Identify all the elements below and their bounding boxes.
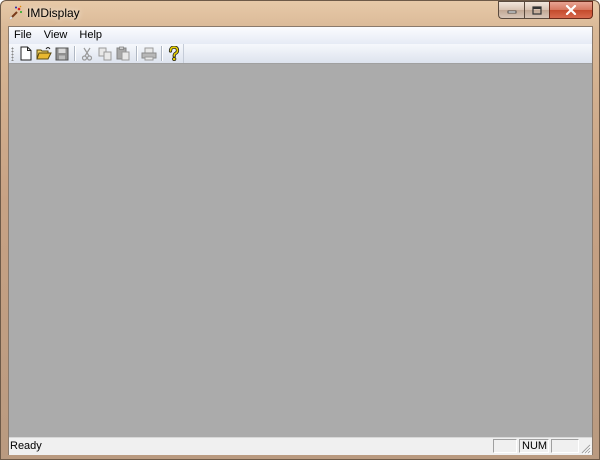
- new-document-icon: [20, 46, 32, 61]
- save-button[interactable]: [53, 45, 71, 63]
- paste-button[interactable]: [115, 45, 133, 63]
- copy-button[interactable]: [96, 45, 114, 63]
- about-button[interactable]: [165, 45, 183, 63]
- menu-view[interactable]: View: [38, 27, 74, 44]
- paste-icon: [116, 46, 130, 61]
- standard-toolbar: [9, 44, 184, 63]
- app-window: IMDisplay File View Help Ready NUM: [0, 0, 600, 460]
- print-icon: [141, 47, 157, 60]
- status-text: Ready: [10, 440, 42, 452]
- status-bar: Ready NUM: [9, 437, 592, 455]
- client-area: File View Help Ready NUM: [8, 26, 593, 455]
- print-button[interactable]: [140, 45, 158, 63]
- scroll-lock-indicator: [551, 439, 579, 453]
- cut-button[interactable]: [78, 45, 96, 63]
- menu-file[interactable]: File: [9, 27, 38, 44]
- toolbar-separator: [74, 46, 76, 61]
- close-button[interactable]: [549, 1, 593, 19]
- resize-grip-icon[interactable]: [580, 443, 592, 455]
- cut-icon: [82, 47, 93, 61]
- copy-icon: [98, 47, 112, 60]
- image-workspace[interactable]: [9, 64, 592, 437]
- maximize-button[interactable]: [524, 1, 549, 19]
- new-button[interactable]: [17, 45, 35, 63]
- save-icon: [55, 47, 69, 60]
- toolbar-grip[interactable]: [11, 46, 14, 61]
- caps-indicator: [493, 439, 517, 453]
- minimize-button[interactable]: [498, 1, 524, 19]
- help-icon: [168, 46, 179, 61]
- menu-help[interactable]: Help: [73, 27, 108, 44]
- caption-buttons: [498, 1, 593, 19]
- close-icon: [565, 5, 577, 15]
- open-folder-icon: [36, 47, 52, 60]
- num-lock-indicator: NUM: [519, 439, 549, 453]
- toolbar-area: [9, 44, 592, 64]
- title-bar[interactable]: IMDisplay: [1, 1, 599, 25]
- magic-wand-icon[interactable]: [7, 5, 23, 21]
- window-title: IMDisplay: [27, 6, 80, 20]
- minimize-icon: [507, 10, 516, 14]
- open-button[interactable]: [35, 45, 53, 63]
- toolbar-separator: [160, 46, 162, 61]
- maximize-icon: [532, 5, 542, 15]
- menu-bar: File View Help: [9, 27, 592, 44]
- toolbar-separator: [135, 46, 137, 61]
